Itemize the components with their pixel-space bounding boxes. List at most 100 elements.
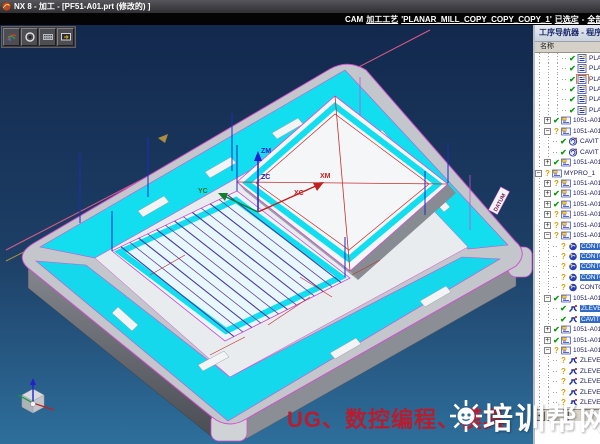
toolbar-button-3[interactable] (39, 28, 56, 46)
tree-row-label[interactable]: 1051-A01 (573, 190, 600, 197)
tree-row-label[interactable]: PLANA (589, 86, 600, 93)
tree-row[interactable]: ✔PLANA (535, 105, 600, 115)
tree-row[interactable]: +✔1051-A01 (535, 189, 600, 199)
tree-row-label[interactable]: PLANA (589, 96, 600, 103)
tree-row[interactable]: ?ZLEVE (535, 356, 600, 366)
3d-viewport[interactable]: ZM ZC XM XC YC DATUM (0, 25, 533, 444)
collapse-icon[interactable]: − (544, 128, 551, 135)
tree-row-label[interactable]: ZLEVE (580, 378, 600, 385)
tree-row[interactable]: −?1051-A01 (535, 126, 600, 136)
window-title: NX 8 - 加工 - [PF51-A01.prt (修改的) ] (14, 1, 150, 12)
tree-row[interactable]: +✔1051-A01 (535, 199, 600, 209)
tree-row[interactable]: +?1051-A01 (535, 220, 600, 230)
tree-guide (535, 63, 544, 73)
tree-row[interactable]: ✔PLANA (535, 63, 600, 73)
tree-row[interactable]: ?CONTO (535, 283, 600, 293)
zlevel-op-icon (568, 304, 579, 313)
expand-icon[interactable]: + (544, 190, 551, 197)
expand-icon[interactable]: + (544, 326, 551, 333)
tree-row-label[interactable]: CONTO (580, 284, 600, 291)
tree-row[interactable]: −?1051-A01 (535, 230, 600, 240)
contour-op-icon (568, 273, 579, 282)
expand-icon[interactable]: + (544, 211, 551, 218)
tree-row-label[interactable]: ZLEVE (580, 305, 600, 312)
navigator-title[interactable]: 工序导航器 - 程序顺序 (535, 25, 600, 42)
toolbar-button-4[interactable] (57, 28, 74, 46)
tree-row-label[interactable]: PLANA (589, 76, 600, 83)
tree-row-label[interactable]: 1051-A01 (573, 211, 600, 218)
tree-guide (535, 272, 544, 282)
tree-row-label[interactable]: 1051-A01 (573, 232, 600, 239)
tree-row-label[interactable]: 1051-A01 (573, 347, 600, 354)
tree-row-label[interactable]: CONTO (580, 243, 600, 250)
collapse-icon[interactable]: − (544, 295, 551, 302)
tree-guide (535, 356, 544, 366)
tree-row[interactable]: +✔ 1051-A01 (535, 157, 600, 167)
tree-row[interactable]: ✔PLANA (535, 53, 600, 63)
status-prefix: CAM (345, 15, 363, 24)
tree-row[interactable]: +?1051-A01 (535, 210, 600, 220)
tree-row[interactable]: +✔1051-A01 (535, 116, 600, 126)
tree-row[interactable]: +?1051-A01 (535, 178, 600, 188)
tree-row[interactable]: ✔PLANA (535, 74, 600, 84)
tree-row[interactable]: +✔1051-A01 (535, 335, 600, 345)
tree-row-label[interactable]: 1051-A01 (573, 337, 600, 344)
check-status-icon: ✔ (552, 158, 561, 167)
tree-row[interactable]: −?1051-A01 (535, 345, 600, 355)
tree-row[interactable]: −✔1051-A01 (535, 293, 600, 303)
status-link[interactable]: 加工工艺 (366, 14, 398, 25)
status-message-bar: CAM 加工工艺 'PLANAR_MILL_COPY_COPY_COPY_1' … (0, 13, 600, 25)
tree-row[interactable]: ?ZLEVE (535, 366, 600, 376)
tree-row-label[interactable]: PLANA (589, 107, 600, 114)
collapse-icon[interactable]: − (544, 232, 551, 239)
tree-row-label[interactable]: PLANA (589, 65, 600, 72)
tree-row-label[interactable]: 1051-A01 (573, 295, 600, 302)
tree-row[interactable]: ✔ZLEVE (535, 304, 600, 314)
tree-row-label[interactable]: 1051-A01 (573, 180, 600, 187)
tree-row-label[interactable]: CAVIT (580, 138, 599, 145)
tree-row[interactable]: +✔1051-A01 (535, 324, 600, 334)
tree-row[interactable]: ✔CAVIT (535, 314, 600, 324)
tree-row-label[interactable]: 1051-A01 (573, 201, 600, 208)
tree-guide (535, 210, 544, 220)
expand-icon[interactable]: + (544, 337, 551, 344)
tree-row[interactable]: ?ZLEVE (535, 377, 600, 387)
tree-row-label[interactable]: 1051-A01 (573, 117, 600, 124)
tree-row-label[interactable]: ZLEVE (580, 368, 600, 375)
tree-row[interactable]: ✔PLANA (535, 84, 600, 94)
tree-guide (535, 53, 544, 63)
tree-row[interactable]: −?MYPRO_1 (535, 168, 600, 178)
toolbar-button-2[interactable] (21, 28, 38, 46)
collapse-icon[interactable]: − (535, 170, 542, 177)
tree-row-label[interactable]: 1051-A01 (573, 159, 600, 166)
tree-row[interactable]: ✔CAVIT (535, 147, 600, 157)
tree-row[interactable]: ?CONTO (535, 241, 600, 251)
expand-icon[interactable]: + (544, 180, 551, 187)
tree-row-label[interactable]: CAVIT (580, 149, 599, 156)
tree-row[interactable]: ✔CAVIT (535, 137, 600, 147)
tree-row-label[interactable]: MYPRO_1 (564, 170, 595, 177)
expand-icon[interactable]: + (544, 201, 551, 208)
tree-guide (535, 84, 544, 94)
tree-row-label[interactable]: 1051-A01 (573, 326, 600, 333)
tree-row-label[interactable]: 1051-A01 (573, 128, 600, 135)
tree-row[interactable]: ?CONTO (535, 251, 600, 261)
tree-row-label[interactable]: CONTO (580, 263, 600, 270)
expand-icon[interactable]: + (544, 159, 551, 166)
expand-icon[interactable]: + (544, 117, 551, 124)
tree-row-label[interactable]: CONTO (580, 253, 600, 260)
tree-guide (535, 74, 544, 84)
tree-row-label[interactable]: PLANA (589, 55, 600, 62)
tree-row[interactable]: ?CONTO (535, 262, 600, 272)
name-column-header[interactable]: 名称 (535, 42, 600, 53)
tree-row-label[interactable]: 1051-A01 (573, 222, 600, 229)
toolbar-button-1[interactable] (3, 28, 20, 46)
tree-row[interactable]: ✔PLANA (535, 95, 600, 105)
expand-icon[interactable]: + (544, 222, 551, 229)
tree-row-label[interactable]: CAVIT (580, 316, 600, 323)
program-group-icon (561, 127, 572, 136)
tree-row[interactable]: ?CONTO (535, 272, 600, 282)
tree-row-label[interactable]: CONTO (580, 274, 600, 281)
collapse-icon[interactable]: − (544, 347, 551, 354)
tree-row-label[interactable]: ZLEVE (580, 357, 600, 364)
